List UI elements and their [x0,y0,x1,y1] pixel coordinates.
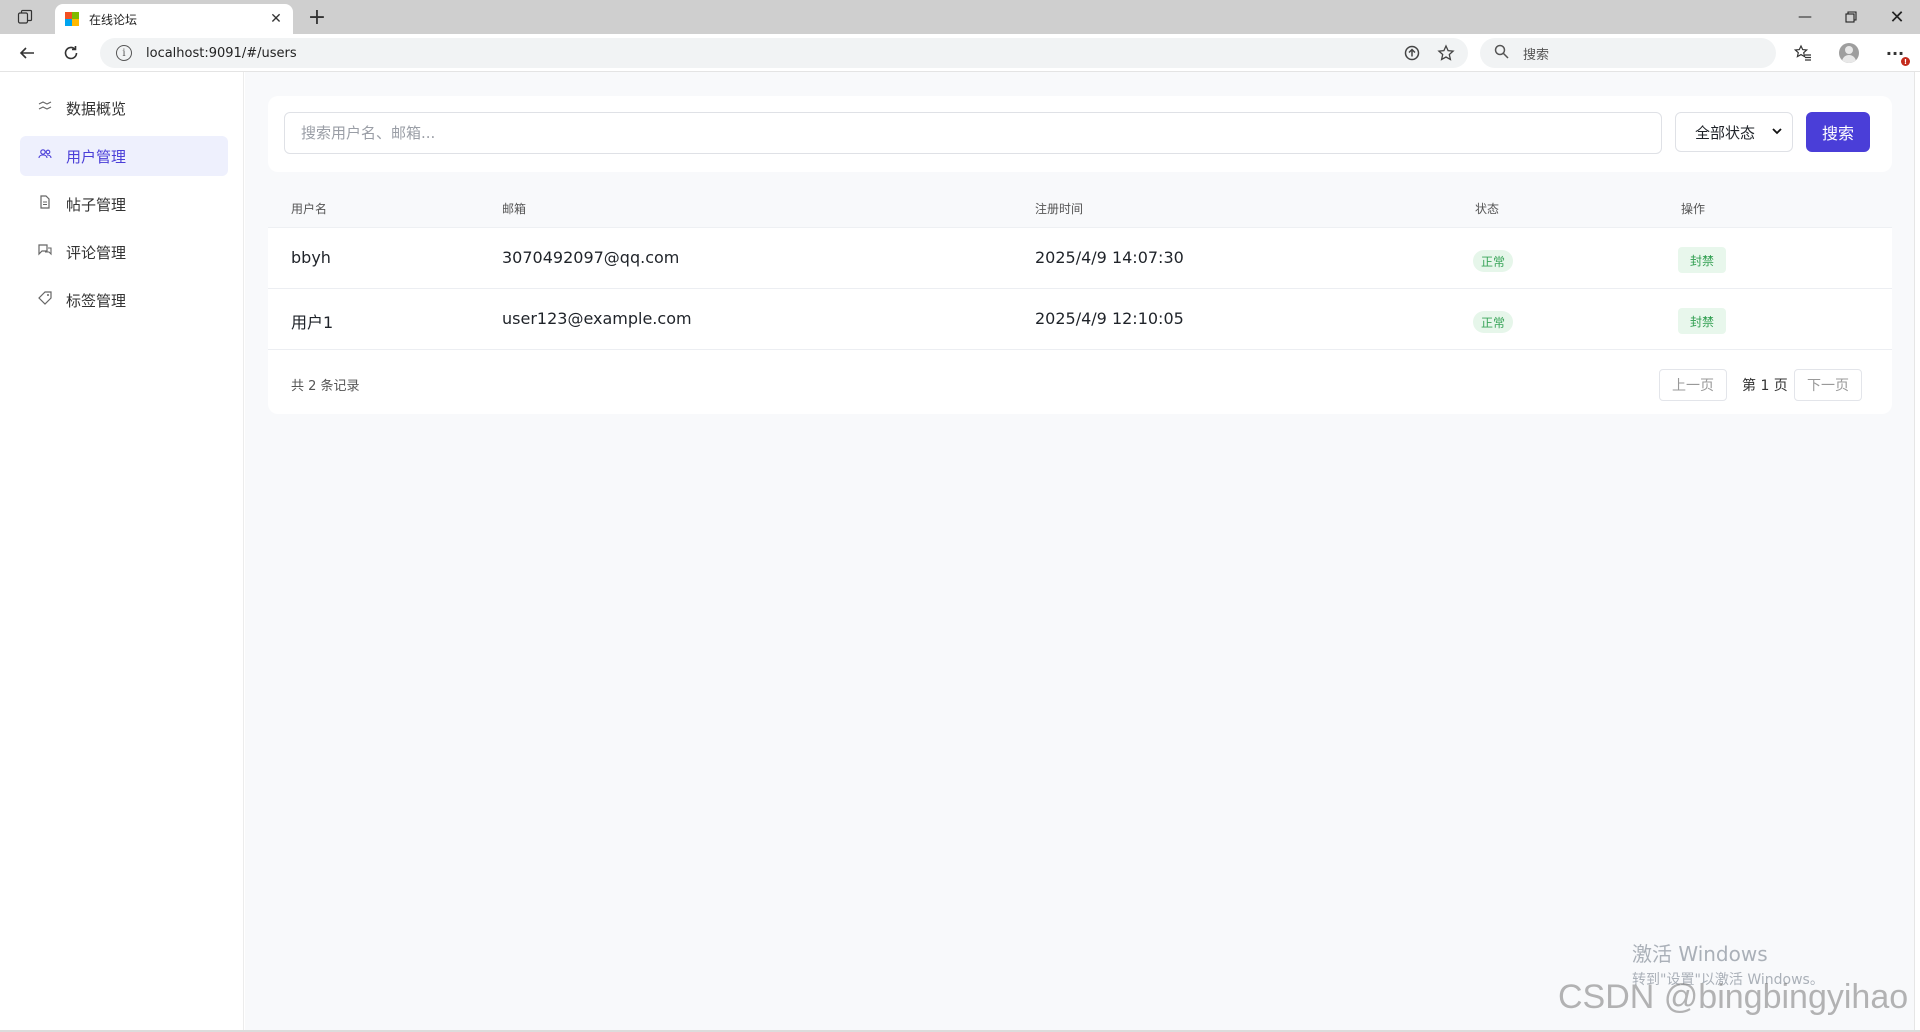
cell-email: user123@example.com [502,309,692,328]
sidebar-item-posts[interactable]: 帖子管理 [20,184,228,224]
sidebar-item-label: 标签管理 [66,291,127,310]
sidebar: 数据概览 用户管理 帖子管理 评论管理 标签管理 [4,72,244,1030]
cell-username: bbyh [291,248,331,267]
scrollbar-track[interactable] [1914,72,1920,1030]
cell-email: 3070492097@qq.com [502,248,680,267]
column-header-status: 状态 [1475,202,1500,216]
back-icon[interactable] [14,41,40,65]
tab-close-icon[interactable]: ✕ [265,8,287,30]
notification-dot-icon: ! [1901,57,1910,66]
status-badge: 正常 [1473,311,1514,333]
chevron-down-icon [1772,125,1782,139]
user-search-input[interactable] [284,112,1662,154]
column-header-email: 邮箱 [502,202,527,216]
avatar [1839,43,1859,63]
more-menu-icon[interactable]: ···! [1882,41,1910,66]
table-row: bbyh 3070492097@qq.com 2025/4/9 14:07:30… [268,228,1892,289]
table-header: 用户名 邮箱 注册时间 状态 操作 [268,184,1892,228]
chart-icon [34,100,56,116]
site-favicon-icon [65,12,79,26]
search-icon [1494,44,1509,63]
column-header-username: 用户名 [291,202,328,216]
table-footer: 共 2 条记录 上一页 第 1 页 下一页 [268,351,1892,414]
comment-icon [34,243,56,261]
cell-registered: 2025/4/9 12:10:05 [1035,309,1184,328]
sidebar-item-label: 评论管理 [66,243,127,262]
next-page-button[interactable]: 下一页 [1794,369,1862,401]
minimize-icon[interactable]: — [1782,0,1828,34]
tab-actions-icon[interactable] [13,7,37,27]
column-header-registered: 注册时间 [1035,202,1084,216]
url-text[interactable]: localhost:9091/#/users [146,46,1400,61]
csdn-watermark: CSDN @bingbingyihao [1558,978,1909,1016]
app-root: 数据概览 用户管理 帖子管理 评论管理 标签管理 搜索用户名、邮箱... 全部状… [0,72,1920,1032]
browser-search-placeholder: 搜索 [1523,47,1550,63]
prev-page-button[interactable]: 上一页 [1659,369,1727,401]
ban-button[interactable]: 封禁 [1678,247,1727,273]
browser-tab[interactable]: 在线论坛 ✕ [55,4,293,34]
ban-button[interactable]: 封禁 [1678,308,1727,334]
sidebar-item-label: 用户管理 [66,147,127,166]
sidebar-item-tags[interactable]: 标签管理 [20,280,228,320]
table-row: 用户1 user123@example.com 2025/4/9 12:10:0… [268,289,1892,350]
browser-search-field[interactable]: 搜索 [1480,38,1776,68]
filter-bar: 全部状态 搜索 [268,96,1892,172]
read-aloud-icon[interactable] [1400,41,1424,65]
cell-registered: 2025/4/9 14:07:30 [1035,248,1184,267]
users-icon [34,148,56,164]
sidebar-item-label: 数据概览 [66,99,127,118]
sidebar-item-overview[interactable]: 数据概览 [20,88,228,128]
users-table: 用户名 邮箱 注册时间 状态 操作 bbyh 3070492097@qq.com… [268,184,1892,414]
site-info-icon[interactable]: i [116,45,132,61]
url-field[interactable]: i localhost:9091/#/users [100,38,1468,68]
address-bar: i localhost:9091/#/users 搜索 ···! [0,34,1920,72]
tag-icon [34,291,56,309]
sidebar-item-users[interactable]: 用户管理 [20,136,228,176]
new-tab-button[interactable]: + [304,5,330,30]
status-filter-value: 全部状态 [1695,123,1756,142]
status-badge: 正常 [1473,250,1514,272]
profile-button[interactable] [1836,41,1862,65]
main-content: 全部状态 搜索 用户名 邮箱 注册时间 状态 操作 bbyh 307049209… [245,72,1920,1030]
sidebar-item-label: 帖子管理 [66,195,127,214]
activation-title: 激活 Windows [1632,942,1768,966]
status-filter-select[interactable]: 全部状态 [1675,112,1793,152]
sidebar-item-comments[interactable]: 评论管理 [20,232,228,272]
cell-username: 用户1 [291,313,334,332]
document-icon [34,195,56,213]
favorite-star-icon[interactable] [1434,41,1458,65]
search-button[interactable]: 搜索 [1806,112,1870,152]
close-window-icon[interactable]: ✕ [1874,0,1920,34]
column-header-action: 操作 [1681,202,1706,216]
tab-title: 在线论坛 [89,12,138,27]
favorites-icon[interactable] [1790,41,1816,65]
current-page-indicator: 第 1 页 [1742,378,1788,394]
total-records: 共 2 条记录 [291,379,360,394]
restore-icon[interactable] [1828,0,1874,34]
refresh-icon[interactable] [58,41,84,65]
browser-tab-bar: 在线论坛 ✕ + — ✕ [0,0,1920,34]
